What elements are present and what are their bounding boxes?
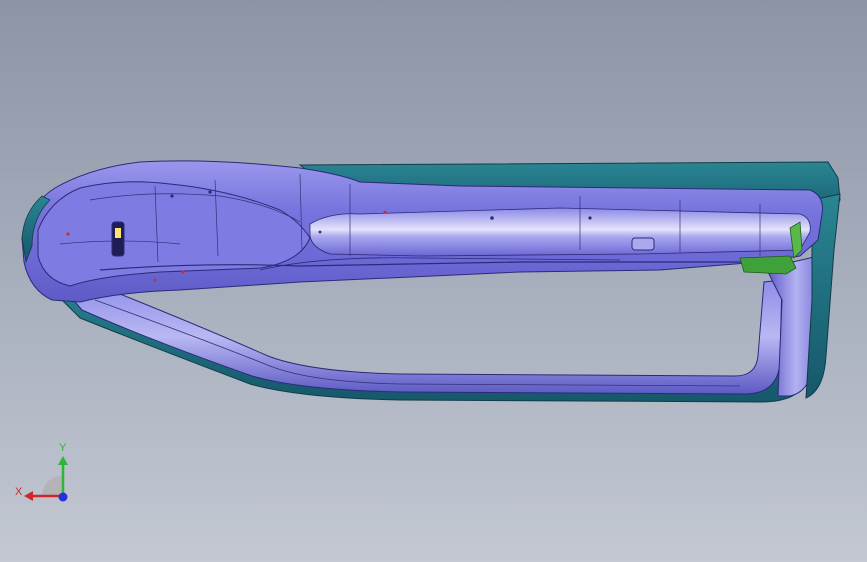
y-axis-label: Y: [59, 442, 67, 454]
latch-slot: [111, 221, 125, 257]
window-frame-tube: [69, 279, 783, 395]
beam-highlight: [309, 207, 811, 257]
x-axis-label: X: [15, 486, 23, 498]
rear-bracket: [739, 255, 797, 275]
y-axis-arrow: [58, 456, 68, 465]
door-frame-3d-model[interactable]: [0, 0, 867, 562]
beam-tab: [631, 237, 655, 251]
x-axis-arrow: [24, 491, 33, 501]
z-axis-dot: [58, 492, 68, 502]
graphics-viewport[interactable]: Y X: [0, 0, 867, 562]
